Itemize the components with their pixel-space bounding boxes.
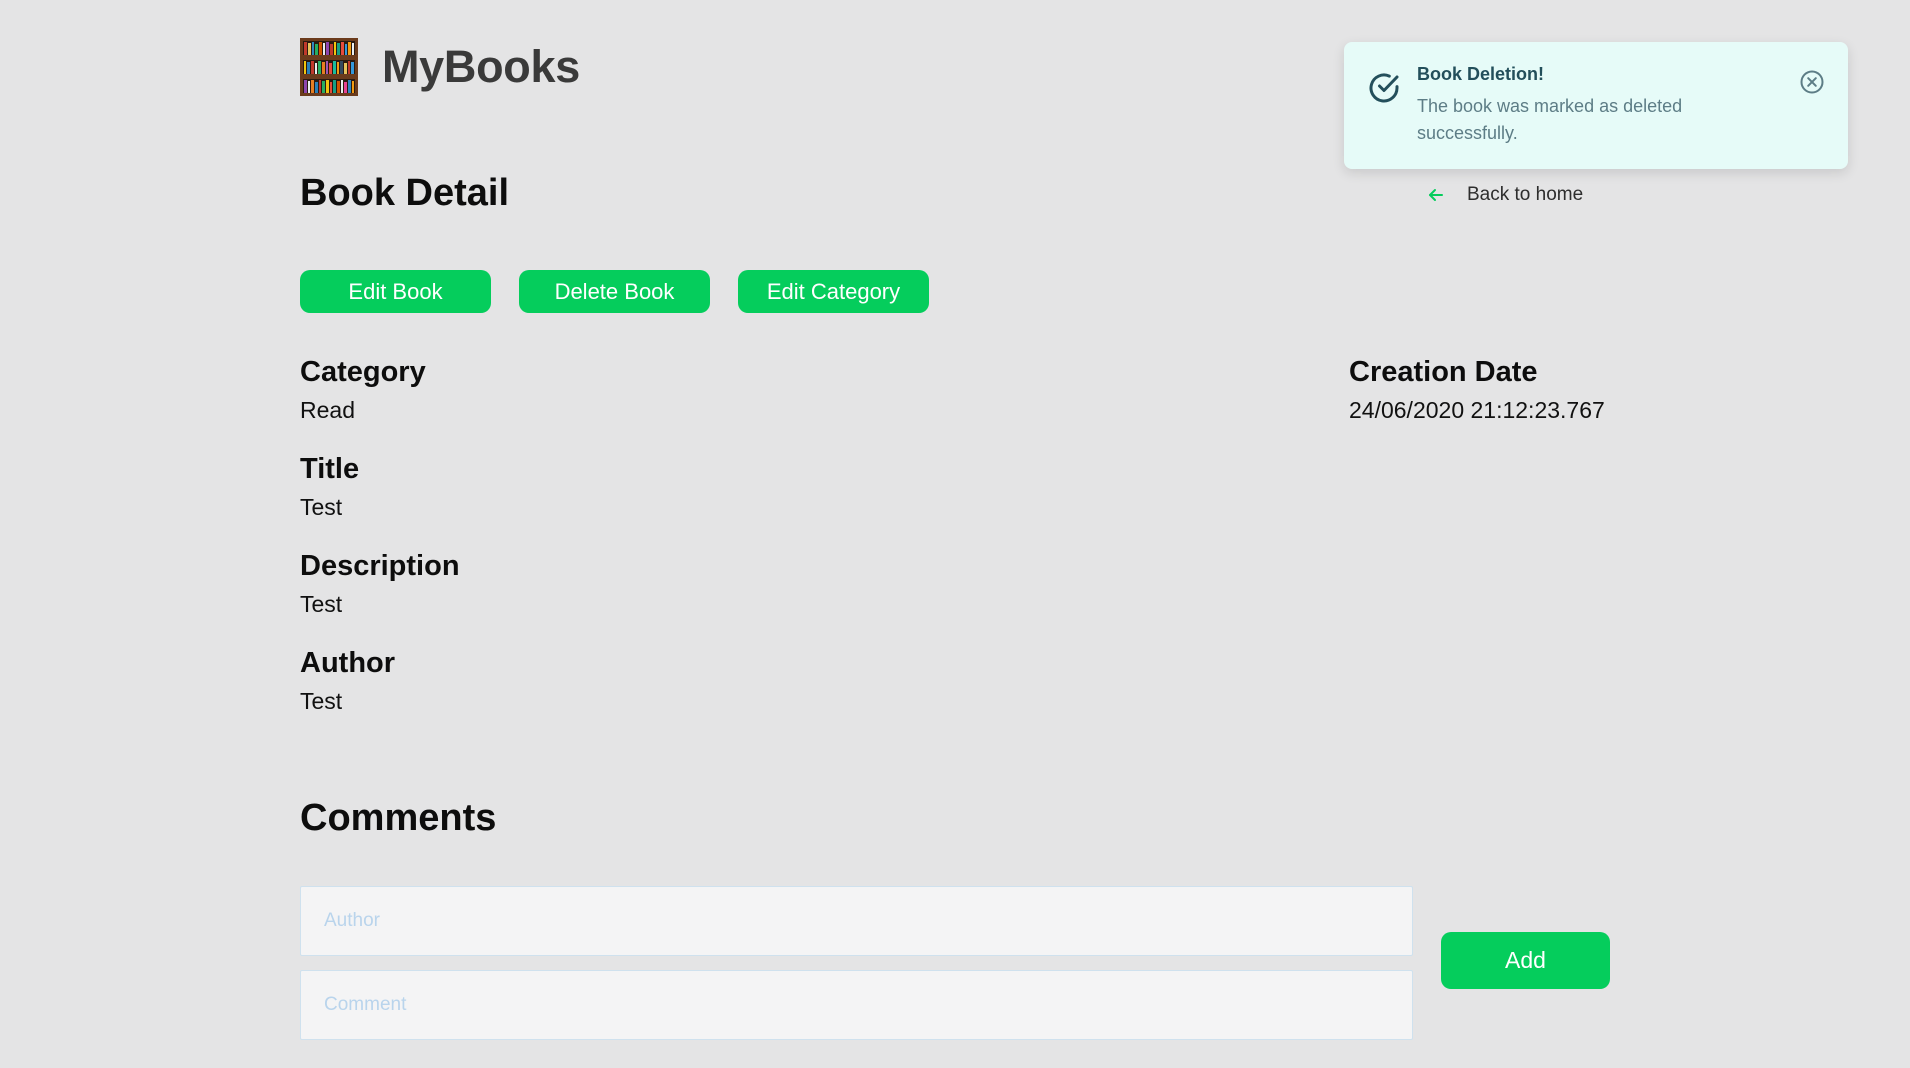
comment-author-input[interactable] <box>300 886 1413 956</box>
author-field: Author Test <box>300 649 395 713</box>
arrow-left-icon <box>1427 186 1445 204</box>
author-label: Author <box>300 647 396 679</box>
creation-date-field: Creation Date 24/06/2020 21:12:23.767 <box>1349 358 1605 422</box>
description-value: Test <box>300 591 343 617</box>
title-value: Test <box>300 494 343 520</box>
back-to-home-link[interactable]: Back to home <box>1427 184 1583 206</box>
description-field: Description Test <box>300 552 460 616</box>
edit-book-button[interactable]: Edit Book <box>300 270 491 313</box>
action-bar: Edit Book Delete Book Edit Category <box>300 270 929 313</box>
bookshelf-icon <box>300 38 358 96</box>
delete-book-button[interactable]: Delete Book <box>519 270 710 313</box>
add-comment-button[interactable]: Add <box>1441 932 1610 989</box>
comments-title: Comments <box>300 797 497 839</box>
header: MyBooks <box>300 38 580 96</box>
toast-message: The book was marked as deleted successfu… <box>1417 96 1683 143</box>
page-title: Book Detail <box>300 172 510 214</box>
page: MyBooks Book Detail Edit Book Delete Boo… <box>0 0 1910 1068</box>
close-circle-icon[interactable] <box>1799 69 1825 95</box>
brand-name: MyBooks <box>382 41 580 92</box>
creation-date-label: Creation Date <box>1349 356 1538 388</box>
category-label: Category <box>300 356 426 388</box>
title-label: Title <box>300 453 360 485</box>
author-value: Test <box>300 688 343 714</box>
category-field: Category Read <box>300 358 426 422</box>
category-value: Read <box>300 397 355 423</box>
creation-date-value: 24/06/2020 21:12:23.767 <box>1349 397 1605 423</box>
toast-title: Book Deletion! <box>1417 64 1545 84</box>
description-label: Description <box>300 550 460 582</box>
check-circle-icon <box>1366 70 1402 106</box>
back-to-home-label: Back to home <box>1467 184 1584 205</box>
edit-category-button[interactable]: Edit Category <box>738 270 929 313</box>
toast-notification: Book Deletion! The book was marked as de… <box>1344 42 1848 169</box>
title-field: Title Test <box>300 455 359 519</box>
comment-text-input[interactable] <box>300 970 1413 1040</box>
